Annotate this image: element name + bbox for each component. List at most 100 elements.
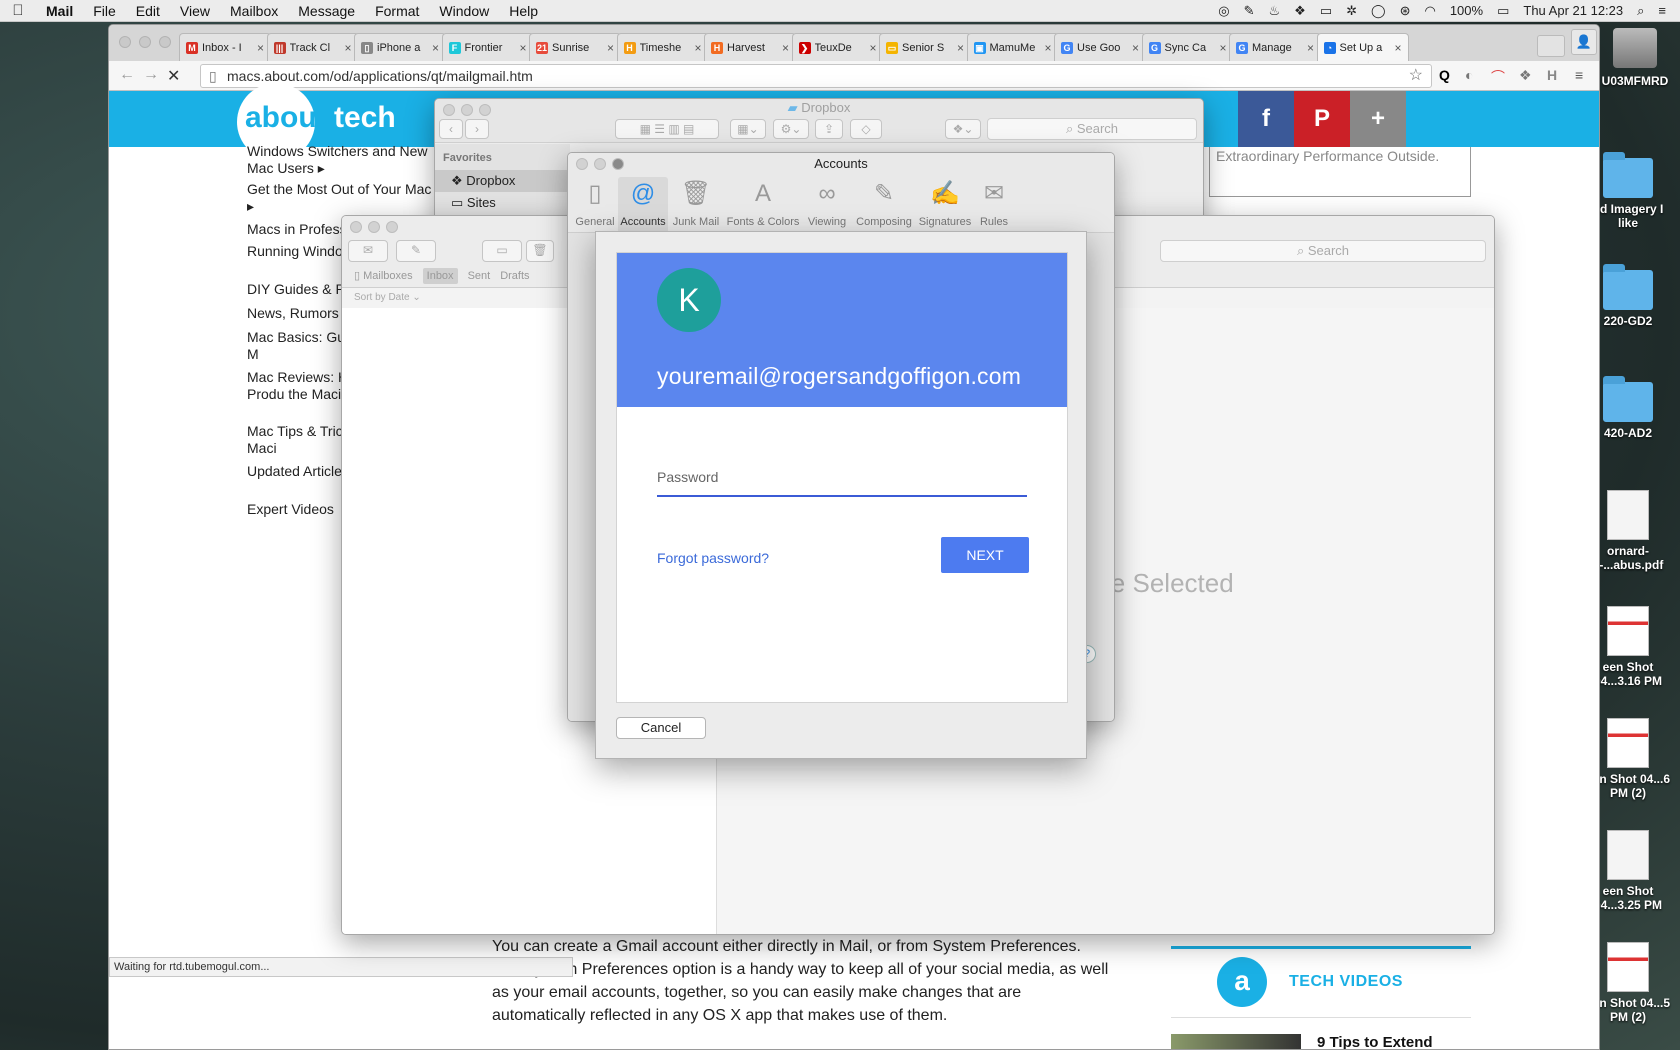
dropbox-menu-button[interactable]: ❖⌄ — [945, 119, 981, 139]
archive-button[interactable]: ▭ — [482, 240, 522, 262]
menu-mailbox[interactable]: Mailbox — [220, 3, 288, 19]
tab-close-icon[interactable]: × — [1394, 41, 1401, 55]
browser-tab[interactable]: G Use Goo × — [1054, 33, 1146, 61]
tab-close-icon[interactable]: × — [1307, 41, 1314, 55]
menu-edit[interactable]: Edit — [126, 3, 170, 19]
new-tab-button[interactable] — [1537, 35, 1565, 57]
tab-close-icon[interactable]: × — [1132, 41, 1139, 55]
sidebar-item-dropbox[interactable]: ❖ Dropbox — [435, 170, 570, 192]
browser-tab[interactable]: ▯ iPhone a × — [354, 33, 446, 61]
tab-sent[interactable]: Sent — [468, 268, 491, 284]
tab-close-icon[interactable]: × — [694, 41, 701, 55]
tab-close-icon[interactable]: × — [1219, 41, 1226, 55]
compose-button[interactable]: ✎ — [396, 240, 436, 262]
tab-close-icon[interactable]: × — [607, 41, 614, 55]
tab-close-icon[interactable]: × — [344, 41, 351, 55]
prefs-tab-fonts-colors[interactable]: A Fonts & Colors — [724, 177, 802, 233]
tab-close-icon[interactable]: × — [869, 41, 876, 55]
about-tech-logo[interactable]: about tech — [237, 83, 397, 161]
pinterest-share-button[interactable]: P — [1294, 91, 1350, 147]
extension-rainbow-icon[interactable]: ⌒ — [1491, 67, 1505, 87]
browser-menu-icon[interactable]: ≡ — [1575, 67, 1583, 83]
menu-help[interactable]: Help — [499, 3, 548, 19]
ad-box[interactable]: Extraordinary Performance Outside. — [1209, 147, 1471, 197]
prefs-tab-composing[interactable]: ✎ Composing — [852, 177, 916, 233]
menu-mail[interactable]: Mail — [36, 3, 83, 19]
extension-circle-icon[interactable]: ◐ — [1465, 67, 1473, 83]
back-icon[interactable]: ← — [119, 66, 135, 84]
window-minimize-button[interactable] — [368, 221, 380, 233]
evernote-icon[interactable]: ✎ — [1244, 3, 1255, 19]
airplay-icon[interactable]: ▭ — [1320, 3, 1332, 19]
menu-format[interactable]: Format — [365, 3, 429, 19]
spotlight-icon[interactable]: ⌕ — [1637, 3, 1644, 19]
finder-search-field[interactable]: ⌕ Search — [987, 118, 1197, 140]
browser-tab[interactable]: ◔ Set Up a × — [1316, 33, 1409, 61]
menu-window[interactable]: Window — [429, 3, 499, 19]
prefs-tab-viewing[interactable]: ∞ Viewing — [802, 177, 852, 233]
apple-icon[interactable]:  — [0, 2, 36, 19]
video-title[interactable]: 9 Tips to Extend — [1317, 1034, 1433, 1049]
window-zoom-button[interactable] — [386, 221, 398, 233]
window-minimize-button[interactable] — [594, 158, 606, 170]
dropbox-extension-icon[interactable]: ❖ — [1519, 67, 1532, 84]
notification-center-icon[interactable]: ≡ — [1658, 3, 1666, 18]
wifi-icon[interactable]: ◠ — [1424, 3, 1435, 19]
video-thumbnail[interactable] — [1171, 1034, 1301, 1049]
prefs-tab-signatures[interactable]: ✍ Signatures — [916, 177, 974, 233]
arrange-button[interactable]: ▦⌄ — [730, 119, 766, 139]
dropbox-icon[interactable]: ❖ — [1294, 3, 1306, 19]
window-close-button[interactable] — [119, 36, 131, 48]
password-field[interactable] — [657, 459, 1027, 497]
tag-button[interactable]: ◇ — [850, 119, 882, 139]
browser-tab[interactable]: ▭ Senior S × — [879, 33, 971, 61]
forward-icon[interactable]: → — [143, 66, 159, 84]
tab-drafts[interactable]: Drafts — [500, 268, 529, 284]
tab-close-icon[interactable]: × — [1044, 41, 1051, 55]
stop-loading-icon[interactable]: ✕ — [167, 66, 180, 86]
sidebar-link[interactable]: Get the Most Out of Your Mac ▸ — [247, 181, 437, 215]
browser-tab[interactable]: F Frontier × — [441, 33, 534, 61]
bookmark-star-icon[interactable]: ☆ — [1409, 65, 1423, 87]
more-share-button[interactable]: + — [1350, 91, 1406, 147]
tab-close-icon[interactable]: × — [782, 41, 789, 55]
prefs-tab-general[interactable]: ▯ General — [572, 177, 618, 233]
browser-tab[interactable]: ▣ MamuMe × — [966, 33, 1059, 61]
extension-q-icon[interactable]: Q — [1439, 67, 1450, 83]
mailboxes-button[interactable]: ▯ Mailboxes — [354, 268, 413, 284]
sidebar-link[interactable]: Windows Switchers and New Mac Users ▸ — [247, 143, 437, 177]
cancel-button[interactable]: Cancel — [616, 717, 706, 739]
sort-by-date[interactable]: Sort by Date ⌄ — [354, 292, 421, 303]
url-field[interactable]: ▯ macs.about.com/od/applications/qt/mail… — [200, 64, 1432, 88]
creative-cloud-icon[interactable]: ◎ — [1218, 3, 1229, 19]
mail-search-field[interactable]: ⌕ Search — [1160, 240, 1486, 262]
browser-tab[interactable]: M Inbox - I × — [179, 33, 271, 61]
tab-inbox[interactable]: Inbox — [422, 268, 458, 284]
prefs-tab-junk-mail[interactable]: 🗑 Junk Mail — [668, 177, 724, 233]
clock[interactable]: Thu Apr 21 12:23 — [1523, 3, 1623, 18]
window-zoom-button[interactable] — [159, 36, 171, 48]
prefs-tab-rules[interactable]: ✉ Rules — [974, 177, 1014, 233]
back-button[interactable]: ‹ — [439, 119, 463, 139]
window-close-button[interactable] — [350, 221, 362, 233]
chat-icon[interactable]: ◯ — [1371, 3, 1386, 19]
tab-close-icon[interactable]: × — [519, 41, 526, 55]
window-minimize-button[interactable] — [139, 36, 151, 48]
flame-icon[interactable]: ♨ — [1269, 3, 1281, 19]
next-button[interactable]: NEXT — [941, 537, 1029, 573]
menu-message[interactable]: Message — [288, 3, 365, 19]
profile-icon[interactable]: 👤 — [1571, 29, 1597, 55]
browser-tab[interactable]: 21 Sunrise × — [529, 33, 621, 61]
browser-tab[interactable]: H Timeshe × — [616, 33, 709, 61]
browser-tab[interactable]: ❯ TeuxDe × — [791, 33, 884, 61]
bluetooth-icon[interactable]: ✲ — [1346, 3, 1357, 19]
extension-h-icon[interactable]: H — [1547, 67, 1557, 83]
tech-videos-heading[interactable]: TECH VIDEOS — [1289, 973, 1403, 991]
menu-view[interactable]: View — [170, 3, 220, 19]
view-mode-buttons[interactable]: ▦ ☰ ▥ ▤ — [615, 119, 719, 139]
forward-button[interactable]: › — [465, 119, 489, 139]
sidebar-item-sites[interactable]: ▭ Sites — [443, 192, 562, 214]
menu-file[interactable]: File — [83, 3, 126, 19]
battery-percent[interactable]: 100% — [1450, 3, 1483, 18]
browser-tab[interactable]: G Sync Ca × — [1141, 33, 1234, 61]
